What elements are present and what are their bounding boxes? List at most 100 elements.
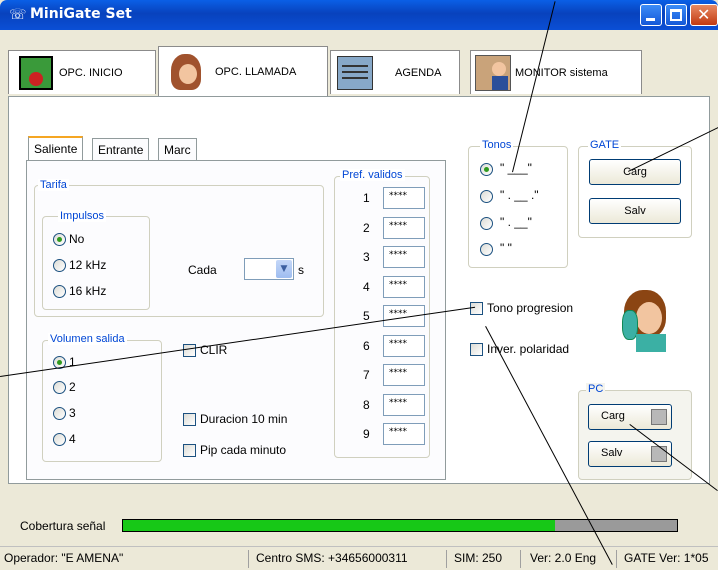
tab-agenda[interactable]: AGENDA (330, 50, 460, 94)
radio-label: 3 (69, 406, 76, 420)
subtab-entrante[interactable]: Entrante (92, 138, 150, 160)
radio-label: 2 (69, 380, 76, 394)
pc-carg-button[interactable]: Carg (588, 404, 672, 430)
pref-label: Pref. validos (340, 169, 405, 181)
status-separator (446, 550, 447, 568)
status-separator (248, 550, 249, 568)
pc-salv-button[interactable]: Salv (588, 441, 672, 467)
pref-field[interactable]: **** (383, 187, 425, 209)
tono-label: " . __" (500, 215, 532, 229)
tab-opc-llamada[interactable]: OPC. LLAMADA (158, 46, 328, 96)
status-separator (520, 550, 521, 568)
gate-label: GATE (588, 139, 622, 151)
pref-field[interactable]: **** (383, 334, 425, 357)
disk-icon (651, 446, 667, 462)
chevron-down-icon[interactable]: ▼ (276, 260, 292, 278)
maximize-button[interactable] (665, 4, 687, 26)
coverage-label: Cobertura señal (20, 519, 106, 533)
clir-checkbox[interactable] (183, 344, 196, 357)
radio-label: 4 (69, 432, 76, 446)
tono-label: " . __ ." (500, 188, 539, 202)
pc-salv-label: Salv (601, 447, 623, 459)
status-version: Ver: 2.0 Eng (530, 551, 597, 565)
agenda-book-icon (337, 55, 373, 90)
radio-impulsos-16khz[interactable] (53, 285, 66, 298)
person-phone-icon (171, 53, 201, 90)
cada-unit: s (298, 263, 304, 277)
status-operador: Operador: "E AMENA" (4, 551, 124, 565)
tono-label: " ___" (500, 161, 532, 175)
gate-carg-button[interactable]: Carg (589, 159, 681, 185)
phone-keypad-icon (19, 55, 53, 90)
radio-tono-2[interactable] (480, 190, 493, 203)
app-window: ☏ MiniGate Set ✕ OPC. INICIO OPC. LLAMAD… (0, 0, 718, 570)
status-centro-sms: Centro SMS: +34656000311 (256, 551, 408, 565)
duracion-label: Duracion 10 min (200, 412, 288, 426)
phone-app-icon: ☏ (9, 7, 27, 23)
coverage-fill (123, 520, 556, 531)
duracion-checkbox[interactable] (183, 413, 196, 426)
radio-volumen-2[interactable] (53, 381, 66, 394)
disk-icon (651, 409, 667, 425)
tonos-label: Tonos (480, 139, 514, 151)
pc-carg-label: Carg (601, 410, 625, 422)
person-phone-icon (622, 290, 668, 352)
tab-label: OPC. INICIO (59, 66, 123, 79)
tarifa-label: Tarifa (38, 179, 69, 191)
radio-label: 12 kHz (69, 258, 107, 272)
status-sim: SIM: 250 (454, 551, 503, 565)
pref-number: 9 (363, 427, 370, 441)
pref-field[interactable]: **** (383, 275, 425, 298)
pref-number: 1 (363, 191, 370, 205)
pc-label: PC (586, 383, 606, 395)
pref-number: 2 (363, 220, 370, 235)
tab-label: MONITOR sistema (515, 66, 608, 79)
pref-field[interactable]: **** (383, 216, 425, 239)
tab-opc-inicio[interactable]: OPC. INICIO (8, 50, 156, 94)
volumen-label: Volumen salida (48, 333, 127, 345)
pref-number: 5 (363, 309, 370, 323)
pref-field[interactable]: **** (383, 393, 425, 416)
radio-label: 16 kHz (69, 284, 107, 298)
radio-tono-1[interactable] (480, 163, 493, 176)
radio-label: 1 (69, 355, 76, 369)
radio-tono-3[interactable] (480, 217, 493, 230)
pref-number: 3 (363, 250, 370, 264)
tono-progresion-checkbox[interactable] (470, 302, 483, 315)
pref-number: 4 (363, 279, 370, 294)
status-separator (616, 550, 617, 568)
status-gate-version: GATE Ver: 1*05 (624, 551, 709, 565)
pref-number: 8 (363, 397, 370, 412)
window-title: MiniGate Set (30, 6, 132, 22)
pip-checkbox[interactable] (183, 444, 196, 457)
subtab-saliente[interactable]: Saliente (28, 136, 84, 160)
inver-polaridad-checkbox[interactable] (470, 343, 483, 356)
monitor-person-icon (475, 54, 511, 91)
pref-number: 6 (363, 338, 370, 353)
close-button[interactable]: ✕ (690, 4, 718, 26)
pref-field[interactable]: **** (383, 423, 425, 445)
subtab-marc[interactable]: Marc (158, 138, 197, 160)
tab-monitor-sistema[interactable]: MONITOR sistema (470, 50, 642, 94)
radio-volumen-4[interactable] (53, 433, 66, 446)
tab-label: AGENDA (395, 66, 442, 79)
minimize-button[interactable] (640, 4, 662, 26)
pref-field[interactable]: **** (383, 246, 425, 268)
impulsos-label: Impulsos (58, 210, 107, 222)
pref-number: 7 (363, 368, 370, 382)
radio-impulsos-no[interactable] (53, 233, 66, 246)
cada-label: Cada (188, 263, 217, 277)
radio-label: No (69, 232, 85, 246)
radio-volumen-3[interactable] (53, 407, 66, 420)
pref-field[interactable]: **** (383, 364, 425, 386)
gate-salv-button[interactable]: Salv (589, 198, 681, 224)
cada-select[interactable]: ▼ (244, 258, 294, 280)
tono-progresion-label: Tono progresion (487, 301, 574, 315)
tono-label: " " (500, 241, 512, 255)
pip-label: Pip cada minuto (200, 443, 287, 457)
title-bar[interactable]: ☏ MiniGate Set ✕ (0, 0, 718, 30)
tab-label: OPC. LLAMADA (215, 65, 297, 78)
status-bar: Operador: "E AMENA" Centro SMS: +3465600… (0, 546, 718, 570)
radio-tono-4[interactable] (480, 243, 493, 256)
radio-impulsos-12khz[interactable] (53, 259, 66, 272)
